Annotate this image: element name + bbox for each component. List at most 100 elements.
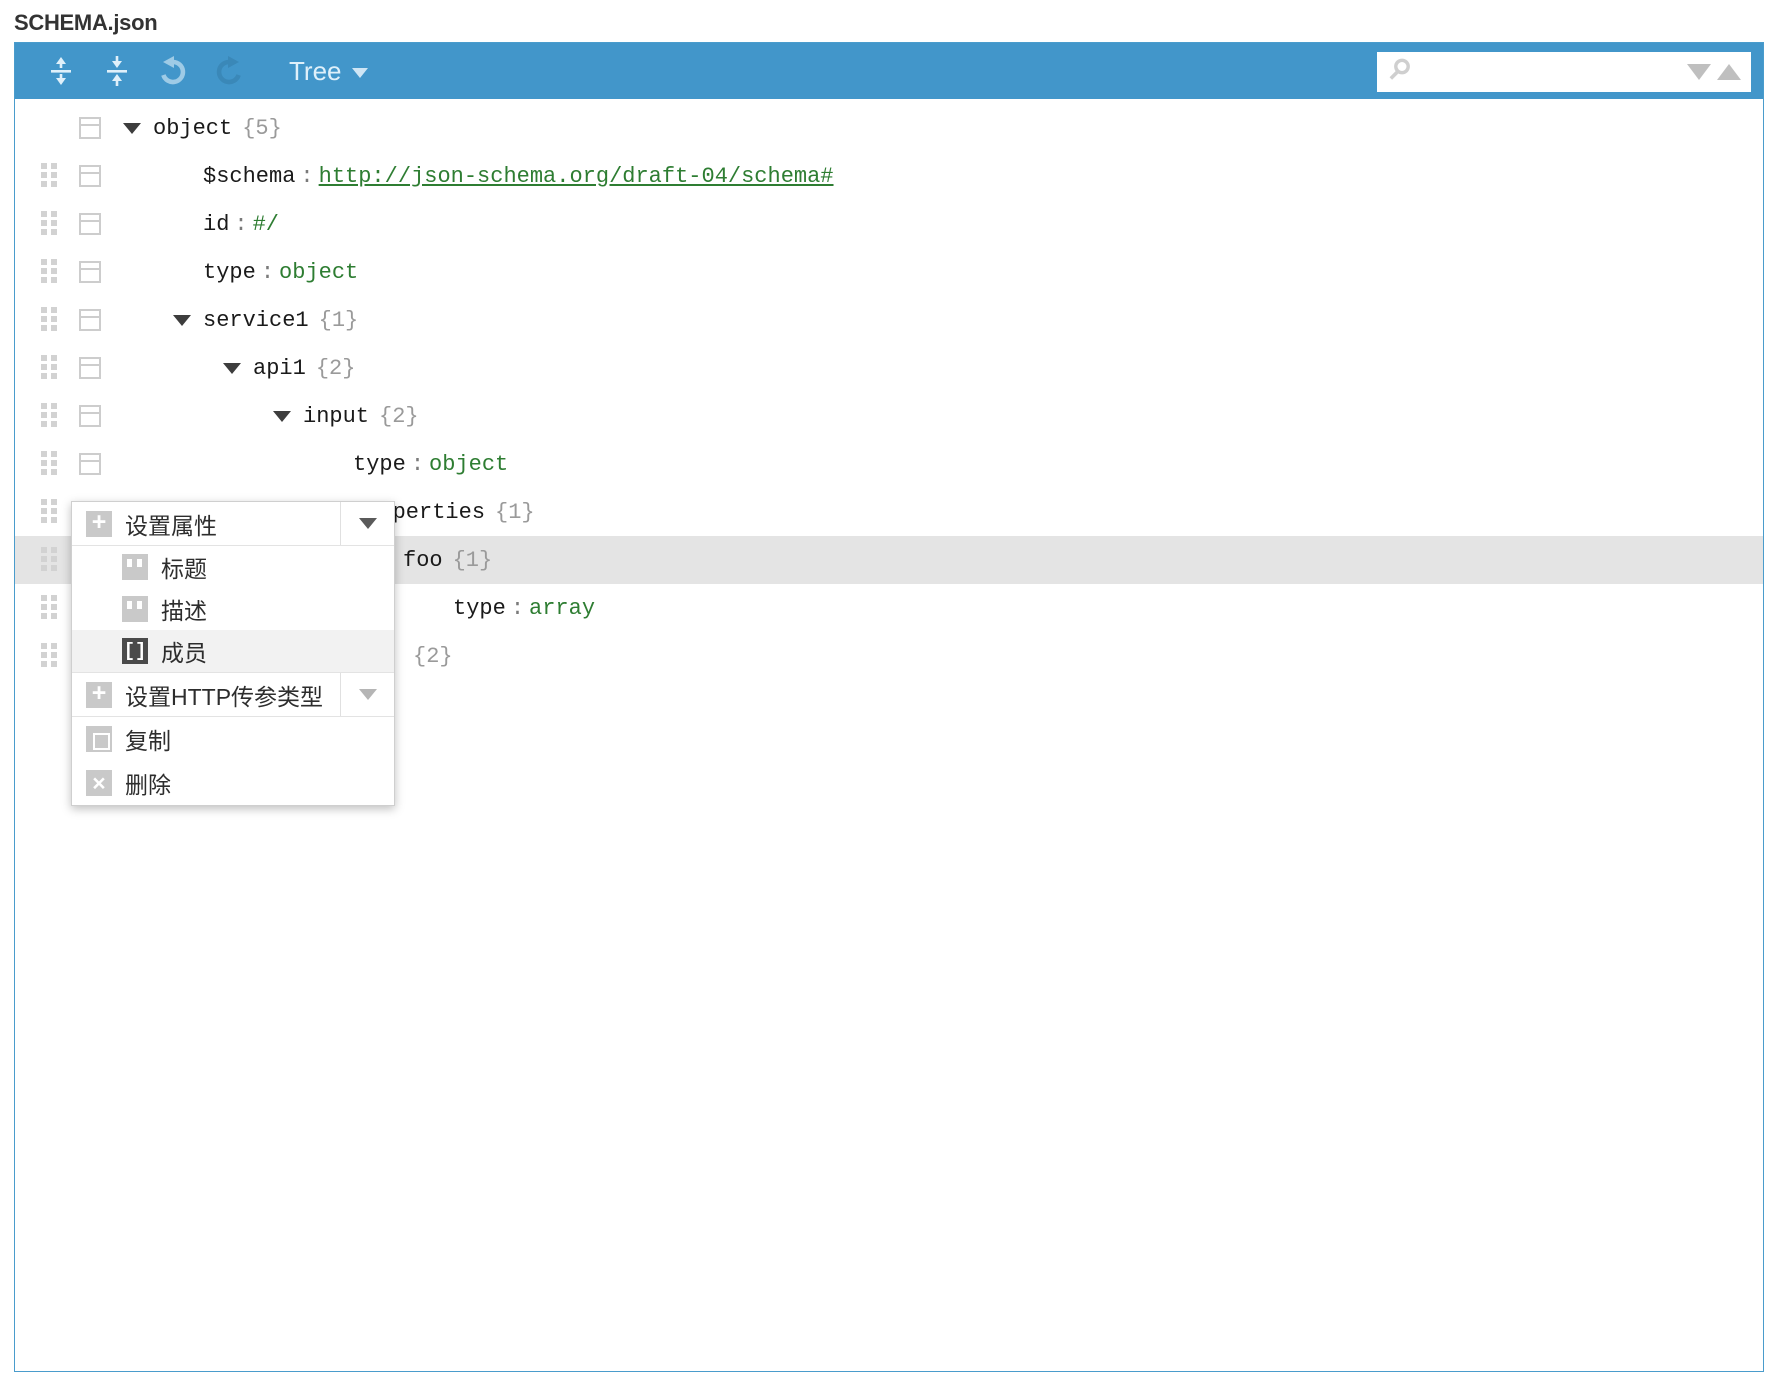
search-prev-icon[interactable]: [1717, 64, 1741, 80]
search-input[interactable]: [1421, 61, 1687, 83]
expander-caret-down-icon[interactable]: [173, 314, 191, 326]
tree-node-key[interactable]: input: [303, 404, 369, 429]
drag-handle-icon[interactable]: [41, 355, 59, 381]
context-menu-item-title[interactable]: 标题: [72, 546, 394, 588]
context-menu-item-label: 标题: [161, 556, 207, 582]
chevron-down-icon: [351, 68, 368, 78]
context-menu-item-set-property[interactable]: 设置属性: [72, 502, 394, 546]
tree-node-value[interactable]: object: [429, 452, 508, 477]
tree-row[interactable]: object {5}: [15, 104, 1763, 152]
expand-all-icon[interactable]: [33, 49, 89, 93]
json-editor-frame: Tree object {5} $schema: http://json-schema…: [14, 42, 1764, 1372]
undo-icon[interactable]: [145, 49, 201, 93]
tree-node-key[interactable]: object: [153, 116, 232, 141]
row-menu-icon[interactable]: [79, 165, 101, 187]
tree-node-child-count: {2}: [315, 355, 356, 381]
context-menu-submenu-toggle[interactable]: [340, 502, 394, 545]
context-menu-item-copy[interactable]: 复制: [72, 717, 394, 761]
key-value-separator: :: [510, 595, 525, 621]
context-menu-item-label: 设置属性: [125, 512, 217, 539]
context-menu-item-main[interactable]: 设置HTTP传参类型: [72, 673, 340, 716]
tree-node-child-count: {2}: [379, 403, 419, 429]
drag-handle-icon[interactable]: [41, 259, 59, 285]
search-next-icon[interactable]: [1687, 64, 1711, 80]
tree-node-child-count: {1}: [452, 547, 493, 573]
tree-node-key[interactable]: api1: [253, 356, 306, 381]
tree-node-value[interactable]: array: [529, 596, 595, 621]
context-menu-item-delete[interactable]: 删除: [72, 761, 394, 805]
context-menu-item-set-http-param[interactable]: 设置HTTP传参类型: [72, 673, 394, 717]
context-menu-item-main[interactable]: 复制: [72, 717, 394, 761]
expander-caret-down-icon[interactable]: [223, 362, 241, 374]
row-menu-icon[interactable]: [79, 453, 101, 475]
drag-handle-icon[interactable]: [41, 643, 59, 669]
drag-handle-icon[interactable]: [41, 163, 59, 189]
quote-icon: [122, 554, 148, 580]
chevron-down-icon: [358, 518, 377, 529]
tree-node: type: object: [173, 260, 358, 285]
tree-row[interactable]: api1 {2}: [15, 344, 1763, 392]
expander-caret-down-icon[interactable]: [273, 410, 291, 422]
close-icon: [86, 770, 112, 796]
context-menu-item-label: 设置HTTP传参类型: [125, 683, 324, 710]
search-icon: [1387, 57, 1413, 88]
search-box: [1377, 52, 1751, 92]
tree-node: api1 {2}: [223, 356, 355, 381]
tree-node-child-count: {1}: [318, 307, 359, 333]
row-menu-icon[interactable]: [79, 309, 101, 331]
tree-node-key[interactable]: type: [453, 596, 506, 621]
tree-row[interactable]: type: object: [15, 248, 1763, 296]
drag-handle-icon[interactable]: [41, 595, 59, 621]
tree-node: id: #/: [173, 212, 279, 237]
page-title: SCHEMA.json: [14, 10, 158, 35]
view-mode-dropdown[interactable]: Tree: [281, 52, 376, 91]
context-menu-item-label: 成员: [161, 640, 207, 666]
collapse-all-icon[interactable]: [89, 49, 145, 93]
row-menu-icon[interactable]: [79, 357, 101, 379]
row-menu-icon[interactable]: [79, 213, 101, 235]
tree-row[interactable]: service1 {1}: [15, 296, 1763, 344]
key-value-separator: :: [234, 211, 248, 237]
context-menu-item-label: 复制: [125, 728, 171, 754]
key-value-separator: :: [410, 451, 425, 477]
context-menu-item-main[interactable]: 设置属性: [72, 502, 340, 545]
editor-toolbar: Tree: [15, 43, 1763, 99]
row-menu-icon[interactable]: [79, 261, 101, 283]
redo-icon[interactable]: [201, 49, 257, 93]
row-menu-icon[interactable]: [79, 405, 101, 427]
expander-caret-down-icon[interactable]: [123, 122, 141, 134]
drag-handle-icon[interactable]: [41, 403, 59, 429]
drag-handle-icon[interactable]: [41, 499, 59, 525]
tree-node-child-count: {1}: [495, 499, 535, 525]
chevron-down-icon: [358, 689, 377, 700]
tree-node-key[interactable]: service1: [203, 308, 309, 333]
drag-handle-icon[interactable]: [41, 547, 59, 573]
context-menu-item-main[interactable]: 成员: [108, 630, 394, 672]
tree-node: type: array: [423, 596, 595, 621]
row-menu-icon[interactable]: [79, 117, 101, 139]
context-menu-submenu-toggle[interactable]: [340, 673, 394, 716]
search-nav: [1687, 64, 1745, 80]
context-menu-item-main[interactable]: 标题: [108, 546, 394, 588]
tree-row[interactable]: input {2}: [15, 392, 1763, 440]
drag-handle-icon[interactable]: [41, 451, 59, 477]
tree-node-key[interactable]: id: [203, 212, 229, 237]
bracket-icon: [122, 638, 148, 664]
tree-node-link-value[interactable]: http://json-schema.org/draft-04/schema#: [319, 164, 834, 189]
tree-row[interactable]: id: #/: [15, 200, 1763, 248]
tree-node-key[interactable]: type: [203, 260, 256, 285]
tree-node-value[interactable]: object: [279, 260, 358, 285]
tree-node-key[interactable]: $schema: [203, 164, 295, 189]
context-menu-item-items[interactable]: 成员: [72, 630, 394, 672]
tree-node-value[interactable]: #/: [253, 212, 279, 237]
drag-handle-icon[interactable]: [41, 211, 59, 237]
context-menu-item-main[interactable]: 删除: [72, 761, 394, 805]
tree-node-key[interactable]: foo: [403, 548, 443, 573]
tree-row[interactable]: $schema: http://json-schema.org/draft-04/…: [15, 152, 1763, 200]
tree-node-key[interactable]: type: [353, 452, 406, 477]
context-menu-submenu: 标题描述成员: [72, 546, 394, 673]
context-menu-item-description[interactable]: 描述: [72, 588, 394, 630]
tree-row[interactable]: type: object: [15, 440, 1763, 488]
drag-handle-icon[interactable]: [41, 307, 59, 333]
context-menu-item-main[interactable]: 描述: [108, 588, 394, 630]
